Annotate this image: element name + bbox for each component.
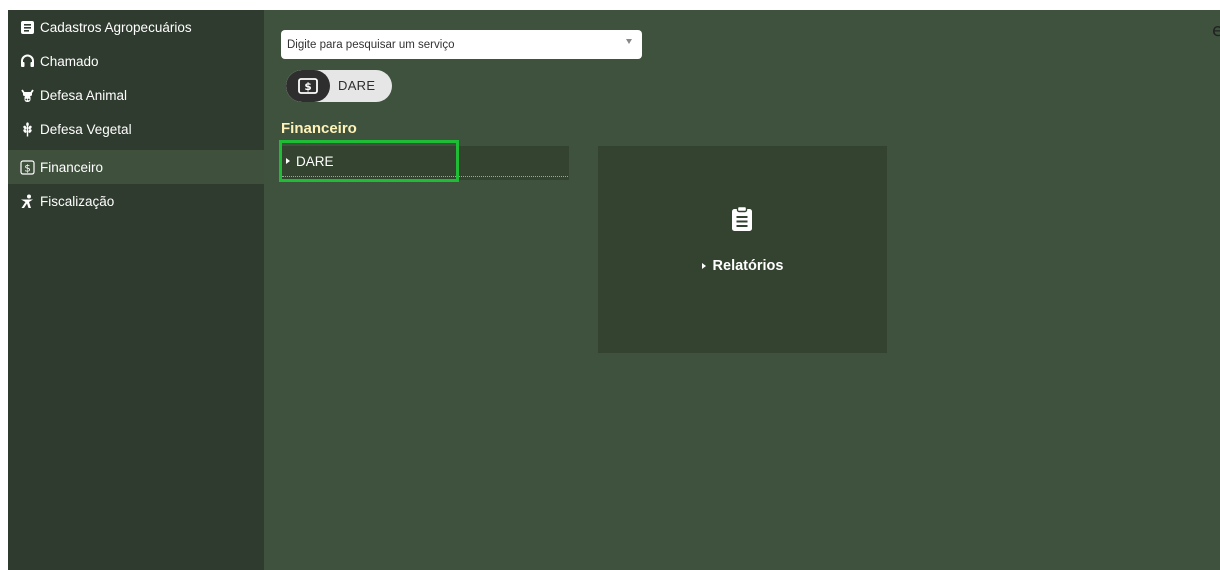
sidebar-item-label: Cadastros Agropecuários [40, 19, 192, 35]
dollar-bill-icon: $ [298, 78, 318, 94]
shortcut-label: DARE [338, 78, 376, 93]
card-label: Relatórios [598, 258, 887, 274]
service-list: DARE [281, 146, 569, 180]
sidebar-item-cadastros-agropecuarios[interactable]: Cadastros Agropecuários [8, 10, 264, 44]
sidebar-item-fiscalizacao[interactable]: Fiscalização [8, 184, 264, 218]
cow-icon [19, 87, 35, 103]
list-icon [19, 19, 35, 35]
caret-right-icon [701, 263, 706, 269]
service-item-label: DARE [296, 153, 334, 169]
sidebar-item-label: Chamado [40, 53, 99, 69]
dollar-icon: $ [19, 159, 35, 175]
search-placeholder: Digite para pesquisar um serviço [287, 38, 455, 51]
reports-card[interactable]: Relatórios [598, 146, 887, 353]
sidebar-item-chamado[interactable]: Chamado [8, 44, 264, 78]
dare-shortcut-button[interactable]: $ DARE [286, 70, 392, 102]
clipboard-icon [732, 206, 752, 231]
wheat-icon [19, 121, 35, 137]
card-label-text: Relatórios [712, 258, 784, 274]
sidebar: Cadastros Agropecuários Chamado Defesa A… [8, 10, 264, 570]
app-window: Cadastros Agropecuários Chamado Defesa A… [0, 0, 1220, 570]
main-content: Digite para pesquisar um serviço $ DARE … [264, 10, 1220, 570]
caret-right-icon [286, 158, 290, 164]
svg-text:$: $ [304, 81, 311, 93]
sidebar-item-defesa-vegetal[interactable]: Defesa Vegetal [8, 112, 264, 146]
sidebar-item-financeiro[interactable]: $ Financeiro [8, 150, 264, 184]
sidebar-item-label: Defesa Animal [40, 87, 128, 103]
sidebar-item-defesa-animal[interactable]: Defesa Animal [8, 78, 264, 112]
service-item-dare[interactable]: DARE [282, 146, 568, 177]
headset-icon [19, 53, 35, 69]
sidebar-item-label: Fiscalização [40, 193, 115, 209]
section-title: Financeiro [281, 120, 357, 137]
sidebar-item-label: Defesa Vegetal [40, 121, 132, 137]
edge-text-fragment: e [1212, 20, 1220, 41]
sidebar-item-label: Financeiro [40, 159, 104, 175]
inspector-icon [19, 193, 35, 209]
svg-text:$: $ [24, 163, 30, 174]
service-search-select[interactable]: Digite para pesquisar um serviço [281, 30, 642, 59]
dropdown-arrow-icon[interactable] [626, 39, 632, 44]
